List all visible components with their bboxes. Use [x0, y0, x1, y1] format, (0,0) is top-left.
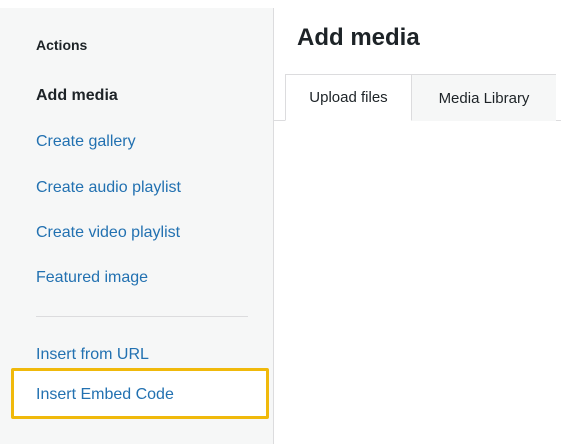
sidebar-item-create-audio-playlist[interactable]: Create audio playlist	[36, 179, 181, 197]
sidebar-divider	[36, 316, 248, 317]
sidebar-item-create-video-playlist[interactable]: Create video playlist	[36, 224, 180, 242]
sidebar-item-add-media[interactable]: Add media	[36, 87, 118, 105]
tab-upload-files[interactable]: Upload files	[285, 74, 412, 121]
media-modal: Actions Add media Create gallery Create …	[0, 0, 561, 444]
page-title: Add media	[297, 24, 420, 51]
sidebar-item-create-gallery[interactable]: Create gallery	[36, 133, 136, 151]
tab-content-panel	[275, 121, 561, 444]
sidebar-heading: Actions	[36, 37, 88, 53]
sidebar-item-insert-embed-code[interactable]: Insert Embed Code	[36, 386, 174, 404]
sidebar-item-insert-from-url[interactable]: Insert from URL	[36, 346, 149, 364]
sidebar-item-featured-image[interactable]: Featured image	[36, 269, 148, 287]
tab-media-library[interactable]: Media Library	[412, 74, 556, 121]
